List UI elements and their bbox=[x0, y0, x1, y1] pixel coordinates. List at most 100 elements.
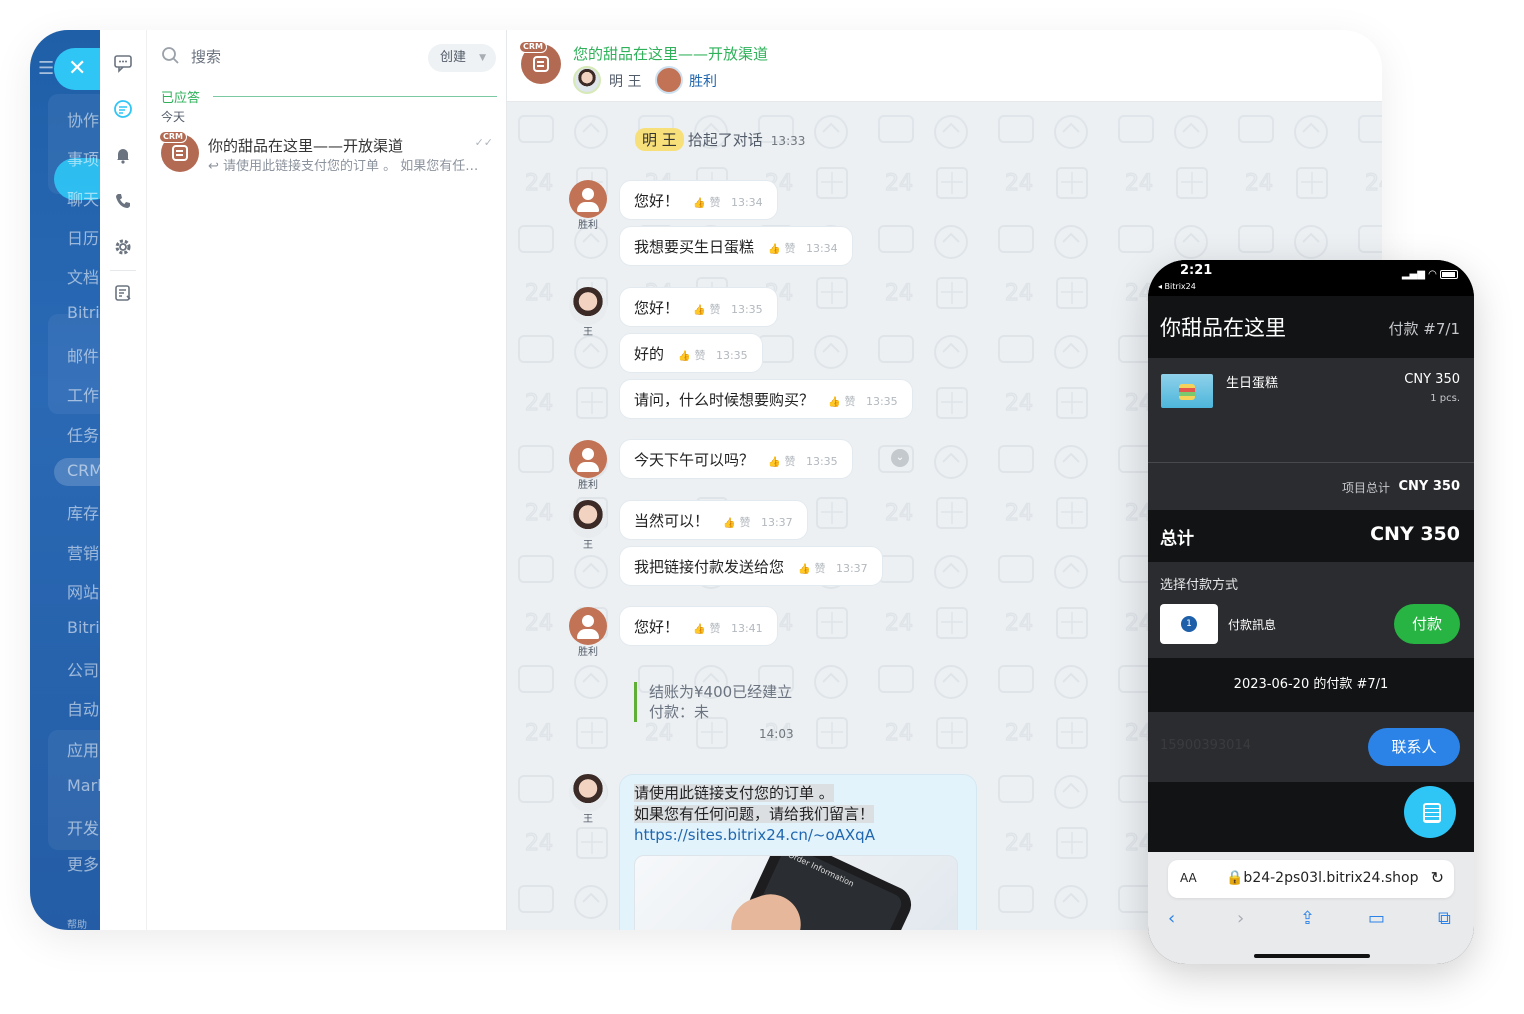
nav-item[interactable]: 更多 bbox=[67, 851, 99, 875]
nav-item-crm[interactable]: CRM bbox=[67, 461, 100, 480]
like-label[interactable]: 赞 bbox=[784, 242, 795, 255]
message-bubble[interactable]: 好的 👍 赞 13:35 bbox=[619, 333, 763, 373]
thumbs-up-icon[interactable]: 👍 bbox=[693, 198, 705, 209]
left-navigation: ☰ ✕ 协作 事项 聊天 日历 文档 Bitrix 邮件 工作 任务 CRM 库… bbox=[30, 30, 100, 930]
payment-method-name[interactable]: 付款訊息 bbox=[1228, 616, 1276, 633]
open-lines-icon[interactable] bbox=[112, 98, 134, 120]
operator-name-chip[interactable]: 明 王 bbox=[635, 128, 684, 151]
message-bubble[interactable]: 您好！ 👍 赞 13:34 bbox=[619, 180, 778, 220]
like-label[interactable]: 赞 bbox=[709, 303, 720, 316]
share-icon[interactable]: ⇪ bbox=[1300, 908, 1315, 929]
text-size-button[interactable]: AA bbox=[1180, 871, 1197, 885]
payment-link-message[interactable]: 请使用此链接支付您的订单 。 如果您有任何问题，请给我们留言！ https://… bbox=[619, 774, 977, 930]
chevron-down-icon[interactable]: ⌄ bbox=[891, 449, 909, 467]
like-label[interactable]: 赞 bbox=[784, 455, 795, 468]
message-bubble[interactable]: 我把链接付款发送给您 👍 赞 13:37 bbox=[619, 546, 883, 586]
forward-icon[interactable]: › bbox=[1237, 908, 1244, 929]
message-bubble[interactable]: 您好！ 👍 赞 13:41 bbox=[619, 606, 778, 646]
bookmarks-icon[interactable]: ▭ bbox=[1368, 908, 1385, 929]
member-name[interactable]: 胜利 bbox=[689, 71, 717, 91]
message-bubble[interactable]: 您好！ 👍 赞 13:35 bbox=[619, 287, 778, 327]
message-bubble[interactable]: 请问，什么时候想要购买？ 👍 赞 13:35 bbox=[619, 379, 913, 419]
close-button[interactable]: ✕ bbox=[54, 48, 100, 90]
create-button[interactable]: 创建 ▼ bbox=[428, 44, 496, 72]
avatar[interactable] bbox=[569, 774, 607, 812]
search-input[interactable] bbox=[191, 44, 411, 70]
gear-icon[interactable] bbox=[112, 236, 134, 258]
avatar[interactable] bbox=[569, 440, 607, 478]
payment-link[interactable]: https://sites.bitrix24.cn/~oAXqA bbox=[634, 825, 962, 846]
nav-item[interactable]: 公司 bbox=[67, 657, 99, 681]
nav-item-help[interactable]: 帮助 bbox=[67, 916, 87, 930]
avatar[interactable] bbox=[569, 287, 607, 325]
nav-item[interactable]: 库存 bbox=[67, 500, 99, 524]
like-label[interactable]: 赞 bbox=[694, 349, 705, 362]
like-label[interactable]: 赞 bbox=[739, 516, 750, 529]
crm-avatar[interactable]: CRM bbox=[519, 41, 561, 84]
message-bubble[interactable]: 当然可以！ 👍 赞 13:37 bbox=[619, 500, 808, 540]
conversation-title[interactable]: 您的甜品在这里——开放渠道 bbox=[573, 43, 768, 64]
chat-list-item[interactable]: CRM 你的甜品在这里——开放渠道 ↩ 请使用此链接支付您的订单 。 如果您有任… bbox=[147, 126, 507, 176]
bell-icon[interactable] bbox=[112, 144, 134, 166]
menu-icon[interactable]: ☰ bbox=[38, 58, 54, 79]
nav-item[interactable]: 开发 bbox=[67, 815, 99, 839]
message-bubble[interactable]: 今天下午可以吗？ 👍 赞 13:35 bbox=[619, 439, 853, 479]
nav-item[interactable]: 协作 bbox=[67, 107, 99, 131]
notes-icon[interactable] bbox=[112, 282, 134, 304]
link-preview-image[interactable]: Order Information bbox=[634, 855, 958, 930]
pay-button[interactable]: 付款 bbox=[1394, 604, 1460, 644]
like-label[interactable]: 赞 bbox=[709, 196, 720, 209]
thumbs-up-icon[interactable]: 👍 bbox=[723, 518, 735, 529]
nav-item[interactable]: 网站 bbox=[67, 579, 99, 603]
tabs-icon[interactable]: ⧉ bbox=[1438, 908, 1451, 929]
total-row: 总计 CNY 350 bbox=[1148, 510, 1474, 562]
nav-item[interactable]: 自动 bbox=[67, 696, 99, 720]
like-label[interactable]: 赞 bbox=[814, 562, 825, 575]
nav-item[interactable]: Mark bbox=[67, 776, 100, 795]
nav-item[interactable]: 文档 bbox=[67, 264, 99, 288]
back-to-app-link[interactable]: ◂ Bitrix24 bbox=[1158, 282, 1196, 291]
chat-widget-button[interactable] bbox=[1404, 786, 1456, 838]
chat-icon[interactable] bbox=[112, 52, 134, 74]
nav-item[interactable]: Bitrix bbox=[67, 303, 100, 322]
contact-phone[interactable]: 15900393014 bbox=[1160, 738, 1251, 753]
message-bubble[interactable]: 我想要买生日蛋糕 👍 赞 13:34 bbox=[619, 226, 853, 266]
avatar[interactable] bbox=[569, 607, 607, 645]
payment-method-icon[interactable] bbox=[1160, 604, 1218, 644]
like-label[interactable]: 赞 bbox=[709, 622, 720, 635]
member-name[interactable]: 明 王 bbox=[609, 71, 641, 91]
contact-button[interactable]: 联系人 bbox=[1368, 728, 1460, 766]
timestamp: 13:37 bbox=[760, 516, 793, 529]
nav-item[interactable]: 应用 bbox=[67, 737, 99, 761]
order-item: 生日蛋糕 CNY 350 1 pcs. bbox=[1148, 358, 1474, 462]
phone-icon[interactable] bbox=[112, 190, 134, 212]
avatar[interactable] bbox=[569, 180, 607, 218]
avatar[interactable] bbox=[655, 66, 683, 94]
message-text: 您好！ bbox=[634, 192, 680, 210]
nav-item[interactable]: 聊天 bbox=[67, 186, 99, 210]
like-label[interactable]: 赞 bbox=[844, 395, 855, 408]
nav-item[interactable]: 日历 bbox=[67, 225, 99, 249]
message-text: 如果您有任何问题，请给我们留言！ bbox=[634, 805, 875, 823]
back-icon[interactable]: ‹ bbox=[1168, 908, 1175, 929]
timestamp: 13:41 bbox=[730, 622, 763, 635]
avatar[interactable] bbox=[573, 66, 601, 94]
nav-item[interactable]: 工作 bbox=[67, 382, 99, 406]
thumbs-up-icon[interactable]: 👍 bbox=[693, 305, 705, 316]
nav-item[interactable]: 邮件 bbox=[67, 343, 99, 367]
nav-item[interactable]: Bitrix bbox=[67, 618, 100, 637]
thumbs-up-icon[interactable]: 👍 bbox=[828, 397, 840, 408]
avatar[interactable] bbox=[569, 500, 607, 538]
thumbs-up-icon[interactable]: 👍 bbox=[768, 244, 780, 255]
nav-item[interactable]: 任务 bbox=[67, 422, 99, 446]
reload-icon[interactable]: ↻ bbox=[1431, 868, 1444, 887]
thumbs-up-icon[interactable]: 👍 bbox=[798, 564, 810, 575]
total-value: CNY 350 bbox=[1370, 523, 1460, 545]
thumbs-up-icon[interactable]: 👍 bbox=[693, 624, 705, 635]
thumbs-up-icon[interactable]: 👍 bbox=[768, 457, 780, 468]
thumbs-up-icon[interactable]: 👍 bbox=[678, 351, 690, 362]
message-meta: 👍 赞 13:35 bbox=[828, 395, 898, 408]
nav-item[interactable]: 营销 bbox=[67, 540, 99, 564]
address-bar[interactable]: AA 🔒b24-2ps03l.bitrix24.shop ↻ bbox=[1168, 860, 1454, 898]
nav-item[interactable]: 事项 bbox=[67, 146, 99, 170]
